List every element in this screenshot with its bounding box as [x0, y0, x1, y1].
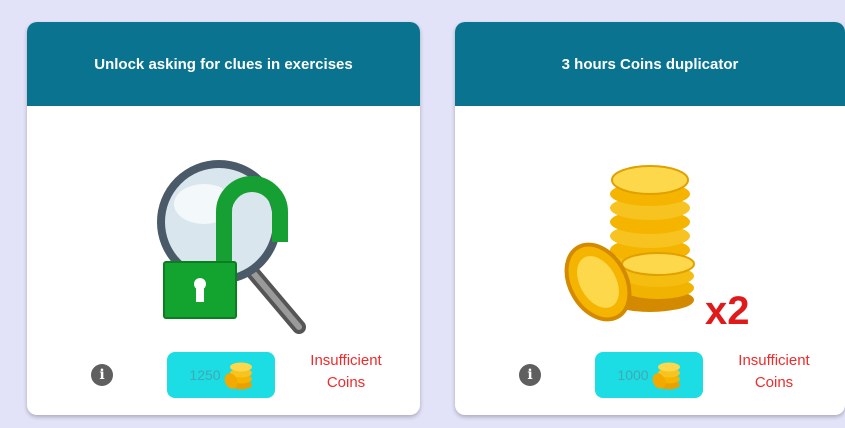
- info-button[interactable]: i: [519, 364, 541, 386]
- insufficient-coins-status: Insufficient Coins: [719, 350, 829, 394]
- status-line-1: Insufficient: [310, 352, 382, 369]
- card-title-bar: Unlock asking for clues in exercises: [27, 22, 420, 106]
- shop-card-coins-duplicator: 3 hours Coins duplicator x2 i 1000 Insuf…: [455, 22, 845, 415]
- price-button[interactable]: 1250: [167, 352, 275, 398]
- insufficient-coins-status: Insufficient Coins: [291, 350, 401, 394]
- price-button[interactable]: 1000: [595, 352, 703, 398]
- status-line-2: Coins: [754, 374, 794, 391]
- info-button[interactable]: i: [91, 364, 113, 386]
- magnifier-unlock-icon: [27, 142, 420, 342]
- price-value: 1250: [189, 367, 221, 383]
- coin-stack-icon: [224, 362, 252, 390]
- price-value: 1000: [617, 367, 649, 383]
- coin-stack-x2-icon: x2: [455, 142, 845, 342]
- multiplier-label: x2: [705, 289, 750, 333]
- card-title-bar: 3 hours Coins duplicator: [455, 22, 845, 106]
- shop-card-unlock-clues: Unlock asking for clues in exercises i 1…: [27, 22, 420, 415]
- card-title: 3 hours Coins duplicator: [561, 55, 739, 73]
- coin-stack-icon: [652, 362, 680, 390]
- card-title: Unlock asking for clues in exercises: [94, 55, 353, 73]
- status-line-1: Insufficient: [738, 352, 810, 369]
- status-line-2: Coins: [326, 374, 366, 391]
